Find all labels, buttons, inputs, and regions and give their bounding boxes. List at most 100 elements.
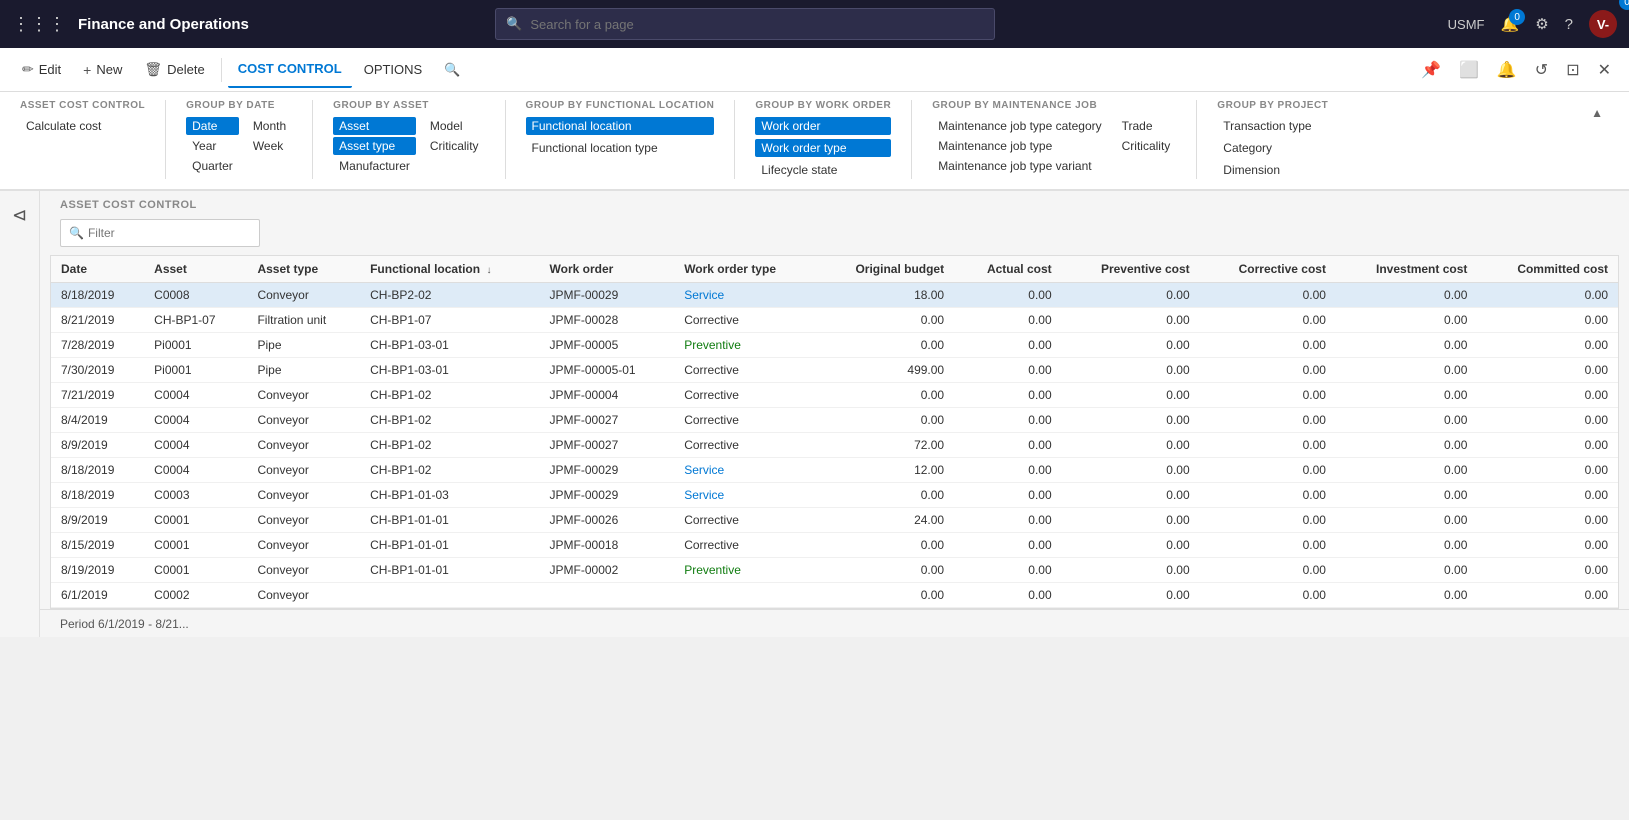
col-header-work-order[interactable]: Work order xyxy=(540,256,675,283)
app-grid-icon[interactable]: ⋮⋮⋮ xyxy=(12,14,66,35)
tab-options-label: OPTIONS xyxy=(364,62,423,77)
cell-asset: C0001 xyxy=(144,508,247,533)
cell-actual-cost: 0.00 xyxy=(954,358,1062,383)
filter-input-container[interactable]: 🔍 xyxy=(60,219,260,247)
notification-count: 0 xyxy=(1509,9,1525,25)
ribbon-asset-item-0[interactable]: Asset xyxy=(333,117,416,135)
ribbon-mj-item-4[interactable]: Criticality xyxy=(1116,137,1177,155)
cell-date: 7/21/2019 xyxy=(51,383,144,408)
ribbon-asset-item-3[interactable]: Model xyxy=(424,117,485,135)
ribbon-asset-item-2[interactable]: Manufacturer xyxy=(333,157,416,175)
cell-functional-location: CH-BP1-01-03 xyxy=(360,483,539,508)
cell-work-order-type: Service xyxy=(674,458,816,483)
filter-input[interactable] xyxy=(88,226,251,240)
ribbon-date-item-4[interactable]: Week xyxy=(247,137,292,155)
table-row[interactable]: 8/21/2019 CH-BP1-07 Filtration unit CH-B… xyxy=(51,308,1618,333)
table-row[interactable]: 8/18/2019 C0008 Conveyor CH-BP2-02 JPMF-… xyxy=(51,283,1618,308)
ribbon-proj-item-2[interactable]: Dimension xyxy=(1217,161,1328,179)
delete-button[interactable]: 🗑 Delete xyxy=(134,52,214,88)
ribbon-mj-item-2[interactable]: Maintenance job type variant xyxy=(932,157,1107,175)
ribbon-group-title-fl: GROUP BY FUNCTIONAL LOCATION xyxy=(526,100,715,111)
table-row[interactable]: 8/9/2019 C0004 Conveyor CH-BP1-02 JPMF-0… xyxy=(51,433,1618,458)
settings-icon[interactable]: ⚙ xyxy=(1535,15,1548,33)
cell-actual-cost: 0.00 xyxy=(954,533,1062,558)
table-row[interactable]: 8/19/2019 C0001 Conveyor CH-BP1-01-01 JP… xyxy=(51,558,1618,583)
ribbon-collapse-button[interactable]: ▲ xyxy=(1585,104,1609,122)
table-row[interactable]: 8/15/2019 C0001 Conveyor CH-BP1-01-01 JP… xyxy=(51,533,1618,558)
cell-work-order: JPMF-00029 xyxy=(540,483,675,508)
ribbon-date-item-1[interactable]: Year xyxy=(186,137,239,155)
ribbon-proj-item-0[interactable]: Transaction type xyxy=(1217,117,1328,135)
pin-icon[interactable]: 📌 xyxy=(1415,56,1447,84)
table-row[interactable]: 8/18/2019 C0003 Conveyor CH-BP1-01-03 JP… xyxy=(51,483,1618,508)
cell-work-order: JPMF-00004 xyxy=(540,383,675,408)
ribbon-date-item-0[interactable]: Date xyxy=(186,117,239,135)
ribbon-date-item-3[interactable]: Month xyxy=(247,117,292,135)
search-bar[interactable]: 🔍 xyxy=(495,8,995,40)
ribbon-wo-item-0[interactable]: Work order xyxy=(755,117,891,135)
table-row[interactable]: 7/21/2019 C0004 Conveyor CH-BP1-02 JPMF-… xyxy=(51,383,1618,408)
col-header-asset-type[interactable]: Asset type xyxy=(247,256,360,283)
col-header-actual-cost[interactable]: Actual cost xyxy=(954,256,1062,283)
cell-functional-location: CH-BP1-03-01 xyxy=(360,358,539,383)
filter-panel-icon[interactable]: ⊲ xyxy=(12,205,27,226)
col-header-committed-cost[interactable]: Committed cost xyxy=(1477,256,1618,283)
col-header-preventive-cost[interactable]: Preventive cost xyxy=(1062,256,1200,283)
office-icon[interactable]: ⬜ xyxy=(1453,56,1485,84)
notification-bell[interactable]: 🔔 0 xyxy=(1501,15,1520,33)
search-input[interactable] xyxy=(530,17,984,32)
cell-corrective-cost: 0.00 xyxy=(1200,283,1336,308)
ribbon-wo-item-1[interactable]: Work order type xyxy=(755,139,891,157)
col-header-investment-cost[interactable]: Investment cost xyxy=(1336,256,1477,283)
ribbon-proj-item-1[interactable]: Category xyxy=(1217,139,1328,157)
cell-work-order-type: Corrective xyxy=(674,433,816,458)
cell-investment-cost: 0.00 xyxy=(1336,358,1477,383)
restore-icon[interactable]: ⊡ xyxy=(1560,56,1585,84)
status-bar: Period 6/1/2019 - 8/21... xyxy=(40,609,1629,637)
table-row[interactable]: 8/9/2019 C0001 Conveyor CH-BP1-01-01 JPM… xyxy=(51,508,1618,533)
tab-cost-control[interactable]: COST CONTROL xyxy=(228,52,352,88)
new-button[interactable]: + New xyxy=(73,52,132,88)
table-row[interactable]: 6/1/2019 C0002 Conveyor 0.00 0.00 0.00 0… xyxy=(51,583,1618,608)
badge-icon[interactable]: 🔔 0 xyxy=(1491,56,1523,84)
table-row[interactable]: 8/18/2019 C0004 Conveyor CH-BP1-02 JPMF-… xyxy=(51,458,1618,483)
help-icon[interactable]: ? xyxy=(1565,16,1573,33)
tab-options[interactable]: OPTIONS xyxy=(354,52,433,88)
ribbon-group-asset-cost-control: ASSET COST CONTROL Calculate cost xyxy=(20,100,166,179)
table-row[interactable]: 8/4/2019 C0004 Conveyor CH-BP1-02 JPMF-0… xyxy=(51,408,1618,433)
col-header-corrective-cost[interactable]: Corrective cost xyxy=(1200,256,1336,283)
ribbon-mj-item-3[interactable]: Trade xyxy=(1116,117,1177,135)
col-header-original-budget[interactable]: Original budget xyxy=(816,256,954,283)
cell-original-budget: 24.00 xyxy=(816,508,954,533)
ribbon-mj-item-1[interactable]: Maintenance job type xyxy=(932,137,1107,155)
ribbon-fl-item-0[interactable]: Functional location xyxy=(526,117,715,135)
col-header-date[interactable]: Date xyxy=(51,256,144,283)
avatar[interactable]: V- xyxy=(1589,10,1617,38)
ribbon-fl-item-1[interactable]: Functional location type xyxy=(526,139,715,157)
ribbon-date-item-2[interactable]: Quarter xyxy=(186,157,239,175)
ribbon-calculate-cost[interactable]: Calculate cost xyxy=(20,117,145,135)
col-header-asset[interactable]: Asset xyxy=(144,256,247,283)
close-icon[interactable]: ✕ xyxy=(1592,56,1617,84)
cell-asset: C0004 xyxy=(144,383,247,408)
cell-date: 8/18/2019 xyxy=(51,483,144,508)
col-header-functional-location[interactable]: Functional location ↓ xyxy=(360,256,539,283)
cell-functional-location: CH-BP1-01-01 xyxy=(360,508,539,533)
search-button[interactable]: 🔍 xyxy=(434,52,470,88)
edit-button[interactable]: ✏ Edit xyxy=(12,52,71,88)
cell-committed-cost: 0.00 xyxy=(1477,358,1618,383)
cell-work-order-type: Corrective xyxy=(674,508,816,533)
col-header-work-order-type[interactable]: Work order type xyxy=(674,256,816,283)
ribbon-asset-item-1[interactable]: Asset type xyxy=(333,137,416,155)
ribbon-mj-item-0[interactable]: Maintenance job type category xyxy=(932,117,1107,135)
refresh-icon[interactable]: ↺ xyxy=(1529,56,1554,84)
table-row[interactable]: 7/28/2019 Pi0001 Pipe CH-BP1-03-01 JPMF-… xyxy=(51,333,1618,358)
table-row[interactable]: 7/30/2019 Pi0001 Pipe CH-BP1-03-01 JPMF-… xyxy=(51,358,1618,383)
ribbon-wo-item-2[interactable]: Lifecycle state xyxy=(755,161,891,179)
ribbon-asset-item-4[interactable]: Criticality xyxy=(424,137,485,155)
cell-original-budget: 0.00 xyxy=(816,333,954,358)
table-container[interactable]: Date Asset Asset type Functional locatio… xyxy=(50,255,1619,609)
cell-functional-location: CH-BP1-02 xyxy=(360,458,539,483)
cell-investment-cost: 0.00 xyxy=(1336,433,1477,458)
cell-preventive-cost: 0.00 xyxy=(1062,358,1200,383)
